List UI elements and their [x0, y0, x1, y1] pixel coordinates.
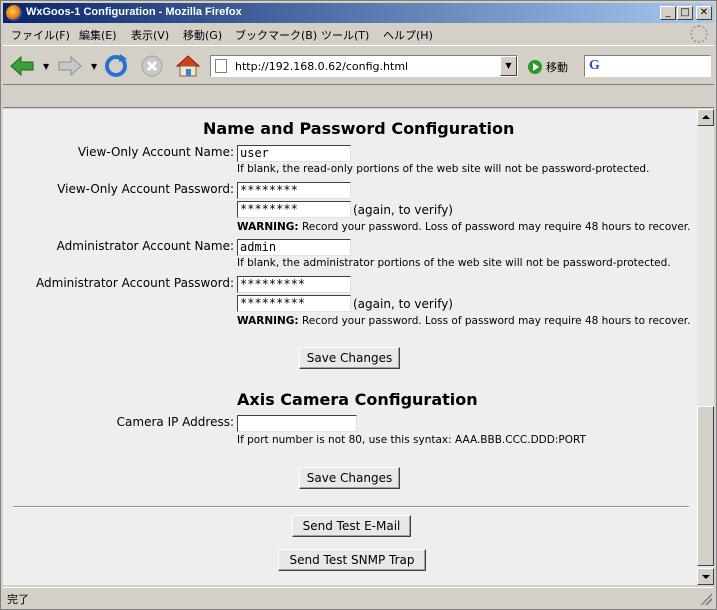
reload-button[interactable] [101, 52, 131, 80]
minimize-button[interactable]: _ [660, 6, 676, 20]
scroll-up-icon[interactable] [697, 109, 714, 126]
back-dropdown-icon[interactable]: ▼ [43, 62, 49, 71]
back-arrow-icon [10, 55, 34, 77]
page-content: Name and Password Configuration View-Onl… [3, 109, 697, 585]
scroll-thumb[interactable] [697, 406, 714, 566]
bookmarks-toolbar [3, 86, 714, 108]
stop-icon [141, 55, 163, 77]
url-dropdown-icon[interactable]: ▼ [500, 56, 517, 76]
status-bar: 完了 [3, 587, 714, 607]
window-title: WxGoos-1 Configuration - Mozilla Firefox [26, 6, 242, 18]
stop-button[interactable] [137, 52, 167, 80]
home-icon [175, 55, 201, 77]
admin-name-label: Administrator Account Name: [56, 239, 234, 253]
search-input[interactable]: G [584, 55, 711, 77]
forward-button[interactable] [55, 52, 85, 80]
warning-text: Record your password. Loss of password m… [298, 221, 691, 233]
send-test-snmp-button[interactable]: Send Test SNMP Trap [278, 549, 426, 571]
menu-edit[interactable]: 編集(E) [79, 27, 117, 43]
view-only-warning: WARNING: Record your password. Loss of p… [237, 221, 691, 233]
view-only-name-label: View-Only Account Name: [77, 145, 234, 159]
view-only-name-hint: If blank, the read-only portions of the … [237, 163, 650, 175]
throbber-icon [690, 25, 708, 43]
camera-ip-label: Camera IP Address: [116, 415, 234, 429]
admin-password-input[interactable]: ********* [237, 276, 351, 293]
admin-name-hint: If blank, the administrator portions of … [237, 257, 671, 269]
send-test-email-button[interactable]: Send Test E-Mail [292, 515, 411, 537]
camera-ip-hint: If port number is not 80, use this synta… [237, 434, 586, 446]
title-bar: WxGoos-1 Configuration - Mozilla Firefox… [3, 3, 714, 23]
maximize-button[interactable]: □ [677, 6, 693, 20]
menu-go[interactable]: 移動(G) [183, 27, 222, 43]
menu-tools[interactable]: ツール(T) [321, 27, 369, 43]
page-icon [215, 59, 227, 73]
admin-warning: WARNING: Record your password. Loss of p… [237, 315, 691, 327]
forward-dropdown-icon[interactable]: ▼ [91, 62, 97, 71]
camera-ip-input[interactable] [237, 415, 357, 432]
warning-strong: WARNING: [237, 315, 299, 327]
navigation-toolbar: ▼ ▼ http://192.168.0.62/config.html ▼ 移動… [3, 45, 714, 85]
back-button[interactable] [7, 52, 37, 80]
admin-again-text: (again, to verify) [353, 297, 453, 311]
save-camera-button[interactable]: Save Changes [299, 467, 400, 489]
view-only-password-verify-input[interactable]: ******** [237, 201, 351, 218]
view-only-password-input[interactable]: ******** [237, 182, 351, 199]
home-button[interactable] [173, 52, 203, 80]
vertical-scrollbar[interactable] [697, 109, 714, 585]
close-button[interactable]: ✕ [696, 6, 712, 20]
browser-window: WxGoos-1 Configuration - Mozilla Firefox… [0, 0, 717, 610]
admin-name-input[interactable]: admin [237, 239, 351, 256]
menu-file[interactable]: ファイル(F) [11, 27, 70, 43]
url-bar[interactable]: http://192.168.0.62/config.html ▼ [210, 55, 518, 77]
status-text: 完了 [7, 593, 29, 606]
warning-strong: WARNING: [237, 221, 299, 233]
scroll-down-icon[interactable] [697, 568, 714, 585]
reload-icon [105, 54, 127, 77]
admin-password-verify-input[interactable]: ********* [237, 295, 351, 312]
view-only-again-text: (again, to verify) [353, 203, 453, 217]
camera-heading: Axis Camera Configuration [237, 390, 478, 409]
view-only-password-label: View-Only Account Password: [57, 182, 234, 196]
resize-grip-icon[interactable] [700, 593, 712, 605]
view-only-name-input[interactable]: user [237, 145, 351, 162]
menu-bar: ファイル(F) 編集(E) 表示(V) 移動(G) ブックマーク(B) ツール(… [3, 24, 714, 44]
firefox-icon [6, 5, 22, 21]
menu-bookmarks[interactable]: ブックマーク(B) [235, 27, 317, 43]
menu-view[interactable]: 表示(V) [131, 27, 169, 43]
menu-help[interactable]: ヘルプ(H) [383, 27, 433, 43]
url-text: http://192.168.0.62/config.html [235, 60, 409, 73]
google-search-icon: G [589, 58, 600, 73]
save-changes-button[interactable]: Save Changes [299, 347, 400, 369]
forward-arrow-icon [58, 55, 82, 77]
go-button[interactable]: 移動 [528, 58, 568, 76]
go-label: 移動 [546, 61, 568, 74]
name-password-heading: Name and Password Configuration [203, 119, 515, 138]
warning-text: Record your password. Loss of password m… [298, 315, 691, 327]
divider [13, 506, 689, 508]
go-icon [528, 60, 542, 74]
admin-password-label: Administrator Account Password: [36, 276, 234, 290]
